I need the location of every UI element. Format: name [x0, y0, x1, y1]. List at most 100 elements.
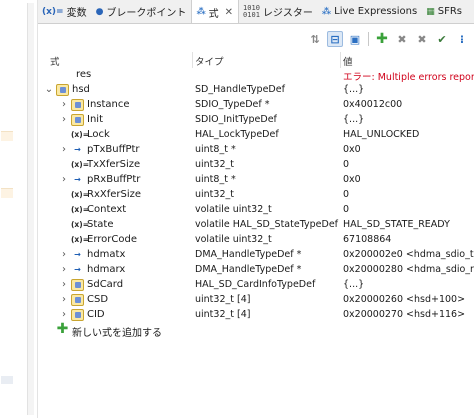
- expression-type: uint32_t [4]: [195, 294, 251, 305]
- tab-label: 式: [208, 8, 219, 20]
- column-header-expression[interactable]: 式: [50, 54, 60, 68]
- expression-value[interactable]: {...}: [343, 84, 364, 95]
- column-divider[interactable]: [340, 52, 341, 68]
- expression-value[interactable]: 0x200002e0 <hdma_sdio_tx>: [343, 249, 474, 260]
- column-divider[interactable]: [192, 52, 193, 68]
- expression-type: uint8_t *: [195, 144, 236, 155]
- chevron-right-icon[interactable]: ›: [59, 264, 69, 275]
- vertical-scrollbar[interactable]: [27, 3, 34, 415]
- table-row[interactable]: › Instance SDIO_TypeDef * 0x40012c00: [44, 98, 474, 113]
- expression-type: DMA_HandleTypeDef *: [195, 249, 302, 260]
- chevron-right-icon[interactable]: ›: [59, 294, 69, 305]
- table-row[interactable]: (x)= RxXferSize uint32_t 0: [44, 188, 474, 203]
- expression-type: volatile uint32_t: [195, 204, 272, 215]
- chevron-right-icon[interactable]: ›: [59, 144, 69, 155]
- tab-variables[interactable]: (x)= 変数: [38, 0, 92, 23]
- chevron-right-icon[interactable]: ›: [59, 114, 69, 125]
- table-row[interactable]: (x)= TxXferSize uint32_t 0: [44, 158, 474, 173]
- variable-icon: (x)=: [71, 205, 89, 214]
- struct-icon: [71, 114, 84, 126]
- tab-live-expressions[interactable]: ⁂ Live Expressions: [318, 0, 422, 23]
- expression-name: pTxBuffPtr: [87, 144, 140, 155]
- chevron-right-icon[interactable]: ›: [59, 174, 69, 185]
- struct-icon: [71, 294, 84, 306]
- add-icon: ✚: [56, 321, 69, 337]
- select-layout-icon[interactable]: ▣: [347, 31, 363, 47]
- table-row[interactable]: › SdCard HAL_SD_CardInfoTypeDef {...}: [44, 278, 474, 293]
- variables-icon: (x)=: [42, 6, 64, 17]
- expression-name: State: [87, 219, 114, 230]
- expression-type: SD_HandleTypeDef: [195, 84, 285, 95]
- chevron-right-icon[interactable]: ›: [59, 99, 69, 110]
- table-row[interactable]: › hdmatx DMA_HandleTypeDef * 0x200002e0 <hd…: [44, 248, 474, 263]
- expression-type: HAL_LockTypeDef: [195, 129, 279, 140]
- table-row[interactable]: › pRxBuffPtr uint8_t * 0x0: [44, 173, 474, 188]
- tab-registers[interactable]: 1010 0101 レジスター: [239, 0, 318, 23]
- table-row[interactable]: › pTxBuffPtr uint8_t * 0x0: [44, 143, 474, 158]
- remove-expression-icon[interactable]: ✖: [394, 31, 410, 47]
- table-row[interactable]: › Init SDIO_InitTypeDef {...}: [44, 113, 474, 128]
- expression-name: hsd: [72, 84, 90, 95]
- expression-type: SDIO_TypeDef *: [195, 99, 270, 110]
- show-type-names-icon[interactable]: ⇅: [307, 31, 323, 47]
- chevron-right-icon[interactable]: ›: [59, 279, 69, 290]
- add-expression-icon[interactable]: ✚: [374, 31, 390, 47]
- table-row[interactable]: ⌄ hsd SD_HandleTypeDef {...}: [44, 83, 474, 98]
- chevron-right-icon[interactable]: ›: [59, 309, 69, 320]
- table-row[interactable]: › hdmarx DMA_HandleTypeDef * 0x20000280 <hd…: [44, 263, 474, 278]
- expression-type: SDIO_InitTypeDef: [195, 114, 277, 125]
- pointer-icon: [71, 249, 84, 261]
- expression-type: uint32_t: [195, 159, 234, 170]
- add-expression-row[interactable]: ✚ 新しい式を追加する: [44, 321, 474, 339]
- close-icon[interactable]: ✕: [225, 7, 233, 18]
- table-row[interactable]: (x)= State volatile HAL_SD_StateTypeDef HAL…: [44, 218, 474, 233]
- variable-icon: (x)=: [71, 220, 89, 229]
- expression-value[interactable]: {...}: [343, 114, 364, 125]
- expression-value[interactable]: 0: [343, 159, 349, 170]
- refresh-icon[interactable]: ✔: [434, 31, 450, 47]
- struct-icon: [56, 84, 69, 96]
- table-row[interactable]: › CID uint32_t [4] 0x20000270 <hsd+116>: [44, 308, 474, 323]
- table-row[interactable]: (x)= Context volatile uint32_t 0: [44, 203, 474, 218]
- expression-value[interactable]: HAL_SD_STATE_READY: [343, 219, 450, 230]
- expression-value[interactable]: 0x40012c00: [343, 99, 402, 110]
- expression-name: Instance: [87, 99, 130, 110]
- expression-value[interactable]: 0x0: [343, 174, 361, 185]
- column-header-value[interactable]: 値: [343, 54, 353, 68]
- left-gutter: [0, 0, 38, 418]
- expression-name: Init: [87, 114, 103, 125]
- expression-value[interactable]: {...}: [343, 279, 364, 290]
- collapse-all-icon[interactable]: ⊟: [327, 31, 343, 47]
- expression-name: TxXferSize: [87, 159, 141, 170]
- expression-type: volatile HAL_SD_StateTypeDef: [195, 219, 339, 230]
- tab-expressions[interactable]: ⁂ 式 ✕: [191, 0, 240, 23]
- table-row[interactable]: res エラー: Multiple errors reported.: [44, 68, 474, 83]
- chevron-right-icon[interactable]: ›: [59, 249, 69, 260]
- expression-tree: res エラー: Multiple errors reported. ⌄ hsd SD_…: [44, 68, 474, 339]
- table-row[interactable]: (x)= ErrorCode volatile uint32_t 67108864: [44, 233, 474, 248]
- expression-value[interactable]: 0x0: [343, 144, 361, 155]
- chevron-down-icon[interactable]: ⌄: [44, 84, 54, 95]
- view-tab-bar: (x)= 変数 ● ブレークポイント ⁂ 式 ✕ 1010 0101 レジスター…: [38, 0, 474, 24]
- tab-label: Live Expressions: [334, 6, 418, 17]
- expression-value[interactable]: 0: [343, 189, 349, 200]
- expression-value[interactable]: 0: [343, 204, 349, 215]
- error-value[interactable]: エラー: Multiple errors reported.: [343, 69, 474, 83]
- tab-label: レジスター: [262, 8, 313, 19]
- column-header-type[interactable]: タイプ: [195, 54, 224, 68]
- remove-all-icon[interactable]: ✖: [414, 31, 430, 47]
- expressions-icon: ⁂: [196, 7, 206, 17]
- table-row[interactable]: › CSD uint32_t [4] 0x20000260 <hsd+100>: [44, 293, 474, 308]
- table-row[interactable]: (x)= Lock HAL_LockTypeDef HAL_UNLOCKED: [44, 128, 474, 143]
- expression-value[interactable]: 0x20000260 <hsd+100>: [343, 294, 465, 305]
- expression-value[interactable]: 0x20000270 <hsd+116>: [343, 309, 465, 320]
- expression-value[interactable]: 0x20000280 <hdma_sdio_rx>: [343, 264, 474, 275]
- tab-breakpoints[interactable]: ● ブレークポイント: [92, 0, 192, 23]
- view-menu-icon[interactable]: ⁝: [454, 31, 470, 47]
- tab-label: ブレークポイント: [106, 8, 187, 19]
- expression-value[interactable]: HAL_UNLOCKED: [343, 129, 419, 140]
- expression-name: Lock: [87, 129, 110, 140]
- expression-value[interactable]: 67108864: [343, 234, 391, 245]
- variable-icon: (x)=: [71, 130, 89, 139]
- tab-sfrs[interactable]: ▦ SFRs: [422, 0, 467, 23]
